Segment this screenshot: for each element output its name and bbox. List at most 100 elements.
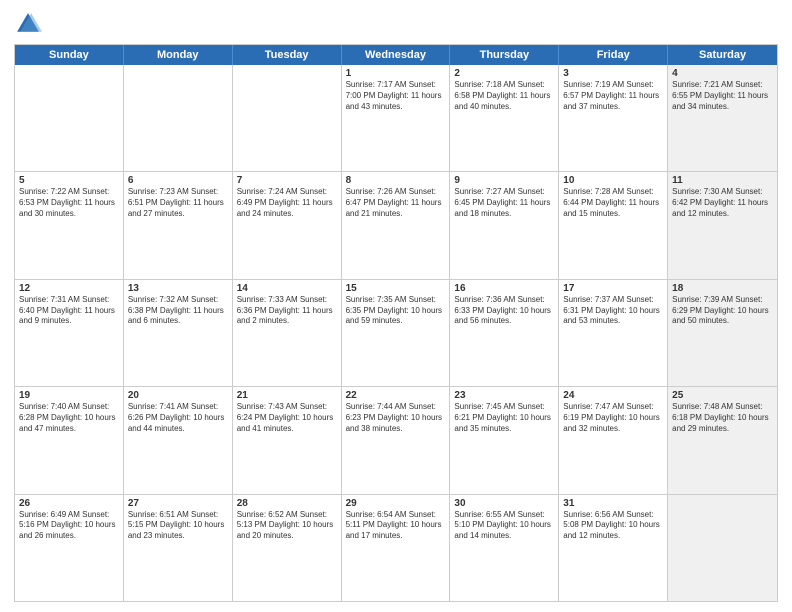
day-info: Sunrise: 7:27 AM Sunset: 6:45 PM Dayligh… [454, 187, 554, 219]
day-info: Sunrise: 6:52 AM Sunset: 5:13 PM Dayligh… [237, 510, 337, 542]
calendar-cell: 1Sunrise: 7:17 AM Sunset: 7:00 PM Daylig… [342, 65, 451, 171]
day-number: 21 [237, 390, 337, 401]
calendar-week: 19Sunrise: 7:40 AM Sunset: 6:28 PM Dayli… [15, 387, 777, 494]
day-info: Sunrise: 6:56 AM Sunset: 5:08 PM Dayligh… [563, 510, 663, 542]
calendar-cell: 25Sunrise: 7:48 AM Sunset: 6:18 PM Dayli… [668, 387, 777, 493]
day-info: Sunrise: 6:49 AM Sunset: 5:16 PM Dayligh… [19, 510, 119, 542]
day-info: Sunrise: 7:26 AM Sunset: 6:47 PM Dayligh… [346, 187, 446, 219]
calendar-cell: 23Sunrise: 7:45 AM Sunset: 6:21 PM Dayli… [450, 387, 559, 493]
page: SundayMondayTuesdayWednesdayThursdayFrid… [0, 0, 792, 612]
day-number: 29 [346, 498, 446, 509]
calendar-cell: 9Sunrise: 7:27 AM Sunset: 6:45 PM Daylig… [450, 172, 559, 278]
day-number: 15 [346, 283, 446, 294]
calendar-cell: 7Sunrise: 7:24 AM Sunset: 6:49 PM Daylig… [233, 172, 342, 278]
calendar-day-header: Friday [559, 45, 668, 65]
calendar-cell [124, 65, 233, 171]
calendar-week: 12Sunrise: 7:31 AM Sunset: 6:40 PM Dayli… [15, 280, 777, 387]
calendar-cell: 15Sunrise: 7:35 AM Sunset: 6:35 PM Dayli… [342, 280, 451, 386]
calendar: SundayMondayTuesdayWednesdayThursdayFrid… [14, 44, 778, 602]
calendar-cell: 8Sunrise: 7:26 AM Sunset: 6:47 PM Daylig… [342, 172, 451, 278]
calendar-cell: 5Sunrise: 7:22 AM Sunset: 6:53 PM Daylig… [15, 172, 124, 278]
calendar-cell: 13Sunrise: 7:32 AM Sunset: 6:38 PM Dayli… [124, 280, 233, 386]
day-info: Sunrise: 7:44 AM Sunset: 6:23 PM Dayligh… [346, 402, 446, 434]
day-number: 31 [563, 498, 663, 509]
header [14, 10, 778, 38]
day-number: 26 [19, 498, 119, 509]
day-info: Sunrise: 7:19 AM Sunset: 6:57 PM Dayligh… [563, 80, 663, 112]
day-info: Sunrise: 7:18 AM Sunset: 6:58 PM Dayligh… [454, 80, 554, 112]
day-info: Sunrise: 7:43 AM Sunset: 6:24 PM Dayligh… [237, 402, 337, 434]
day-number: 27 [128, 498, 228, 509]
calendar-cell: 21Sunrise: 7:43 AM Sunset: 6:24 PM Dayli… [233, 387, 342, 493]
calendar-day-header: Monday [124, 45, 233, 65]
calendar-cell: 14Sunrise: 7:33 AM Sunset: 6:36 PM Dayli… [233, 280, 342, 386]
day-number: 3 [563, 68, 663, 79]
day-number: 19 [19, 390, 119, 401]
day-number: 25 [672, 390, 773, 401]
calendar-day-header: Thursday [450, 45, 559, 65]
day-info: Sunrise: 7:35 AM Sunset: 6:35 PM Dayligh… [346, 295, 446, 327]
calendar-cell: 17Sunrise: 7:37 AM Sunset: 6:31 PM Dayli… [559, 280, 668, 386]
day-info: Sunrise: 7:37 AM Sunset: 6:31 PM Dayligh… [563, 295, 663, 327]
day-info: Sunrise: 7:36 AM Sunset: 6:33 PM Dayligh… [454, 295, 554, 327]
calendar-cell: 20Sunrise: 7:41 AM Sunset: 6:26 PM Dayli… [124, 387, 233, 493]
day-info: Sunrise: 7:41 AM Sunset: 6:26 PM Dayligh… [128, 402, 228, 434]
calendar-day-header: Saturday [668, 45, 777, 65]
day-info: Sunrise: 7:17 AM Sunset: 7:00 PM Dayligh… [346, 80, 446, 112]
calendar-cell: 2Sunrise: 7:18 AM Sunset: 6:58 PM Daylig… [450, 65, 559, 171]
day-number: 18 [672, 283, 773, 294]
calendar-header: SundayMondayTuesdayWednesdayThursdayFrid… [15, 45, 777, 65]
day-info: Sunrise: 7:28 AM Sunset: 6:44 PM Dayligh… [563, 187, 663, 219]
day-info: Sunrise: 7:39 AM Sunset: 6:29 PM Dayligh… [672, 295, 773, 327]
day-number: 7 [237, 175, 337, 186]
day-info: Sunrise: 7:23 AM Sunset: 6:51 PM Dayligh… [128, 187, 228, 219]
calendar-cell: 11Sunrise: 7:30 AM Sunset: 6:42 PM Dayli… [668, 172, 777, 278]
day-number: 16 [454, 283, 554, 294]
day-info: Sunrise: 6:55 AM Sunset: 5:10 PM Dayligh… [454, 510, 554, 542]
calendar-day-header: Tuesday [233, 45, 342, 65]
day-number: 24 [563, 390, 663, 401]
day-number: 1 [346, 68, 446, 79]
calendar-cell: 27Sunrise: 6:51 AM Sunset: 5:15 PM Dayli… [124, 495, 233, 601]
day-info: Sunrise: 7:22 AM Sunset: 6:53 PM Dayligh… [19, 187, 119, 219]
calendar-cell [233, 65, 342, 171]
logo [14, 10, 44, 38]
day-number: 17 [563, 283, 663, 294]
logo-icon [14, 10, 42, 38]
day-number: 20 [128, 390, 228, 401]
day-info: Sunrise: 7:45 AM Sunset: 6:21 PM Dayligh… [454, 402, 554, 434]
calendar-day-header: Wednesday [342, 45, 451, 65]
day-number: 30 [454, 498, 554, 509]
calendar-cell: 19Sunrise: 7:40 AM Sunset: 6:28 PM Dayli… [15, 387, 124, 493]
day-number: 23 [454, 390, 554, 401]
day-number: 13 [128, 283, 228, 294]
day-number: 4 [672, 68, 773, 79]
calendar-week: 5Sunrise: 7:22 AM Sunset: 6:53 PM Daylig… [15, 172, 777, 279]
calendar-week: 26Sunrise: 6:49 AM Sunset: 5:16 PM Dayli… [15, 495, 777, 601]
day-info: Sunrise: 7:31 AM Sunset: 6:40 PM Dayligh… [19, 295, 119, 327]
day-number: 14 [237, 283, 337, 294]
day-number: 2 [454, 68, 554, 79]
calendar-cell: 6Sunrise: 7:23 AM Sunset: 6:51 PM Daylig… [124, 172, 233, 278]
day-info: Sunrise: 7:40 AM Sunset: 6:28 PM Dayligh… [19, 402, 119, 434]
calendar-cell: 3Sunrise: 7:19 AM Sunset: 6:57 PM Daylig… [559, 65, 668, 171]
calendar-cell: 29Sunrise: 6:54 AM Sunset: 5:11 PM Dayli… [342, 495, 451, 601]
calendar-cell: 4Sunrise: 7:21 AM Sunset: 6:55 PM Daylig… [668, 65, 777, 171]
calendar-cell: 16Sunrise: 7:36 AM Sunset: 6:33 PM Dayli… [450, 280, 559, 386]
day-number: 11 [672, 175, 773, 186]
calendar-cell: 22Sunrise: 7:44 AM Sunset: 6:23 PM Dayli… [342, 387, 451, 493]
calendar-cell: 10Sunrise: 7:28 AM Sunset: 6:44 PM Dayli… [559, 172, 668, 278]
calendar-cell: 26Sunrise: 6:49 AM Sunset: 5:16 PM Dayli… [15, 495, 124, 601]
calendar-cell [668, 495, 777, 601]
day-number: 9 [454, 175, 554, 186]
calendar-cell: 12Sunrise: 7:31 AM Sunset: 6:40 PM Dayli… [15, 280, 124, 386]
day-number: 6 [128, 175, 228, 186]
day-number: 22 [346, 390, 446, 401]
day-number: 12 [19, 283, 119, 294]
calendar-week: 1Sunrise: 7:17 AM Sunset: 7:00 PM Daylig… [15, 65, 777, 172]
day-info: Sunrise: 7:47 AM Sunset: 6:19 PM Dayligh… [563, 402, 663, 434]
calendar-cell [15, 65, 124, 171]
calendar-day-header: Sunday [15, 45, 124, 65]
calendar-cell: 18Sunrise: 7:39 AM Sunset: 6:29 PM Dayli… [668, 280, 777, 386]
day-number: 5 [19, 175, 119, 186]
